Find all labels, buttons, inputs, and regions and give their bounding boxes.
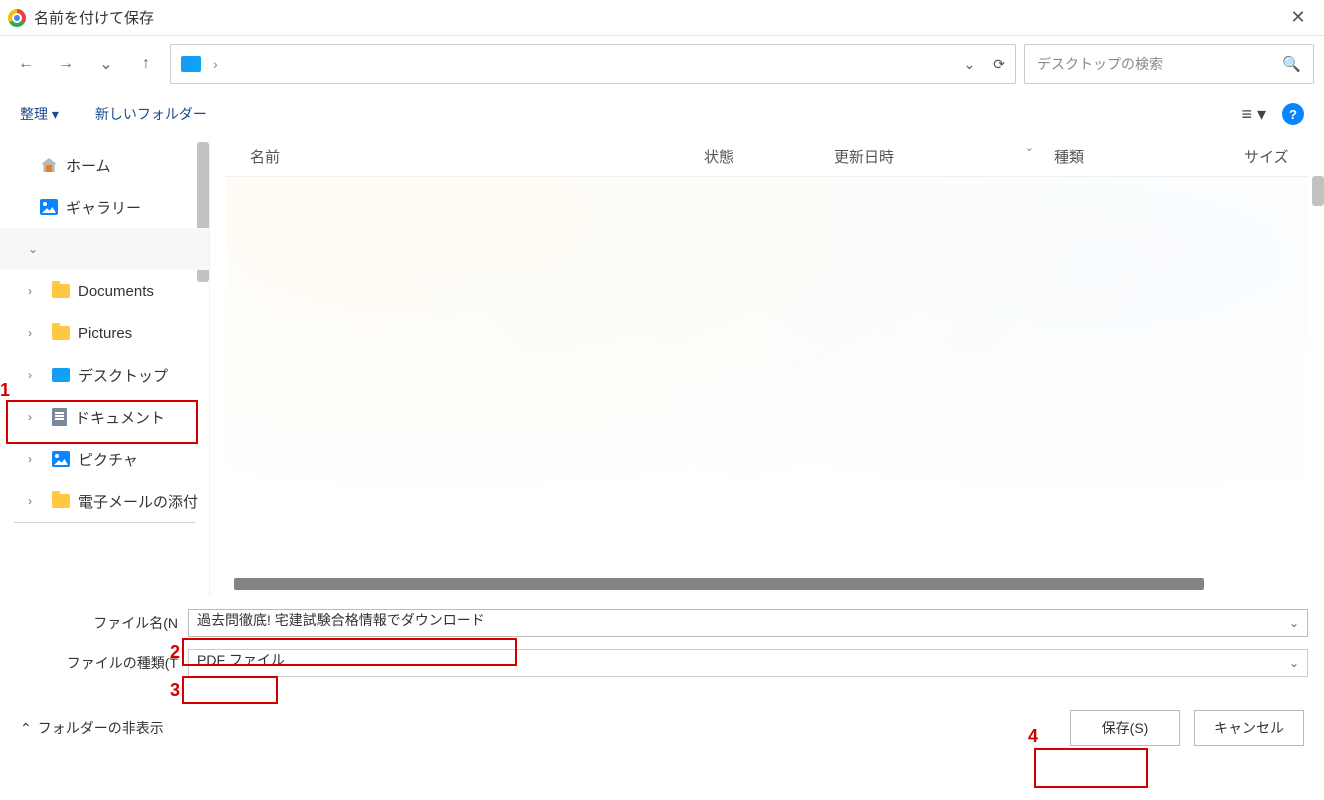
main-area: ホーム ギャラリー ⌄ › Documents › Pictures › デスク… (0, 136, 1324, 596)
file-list: 名前 状態 更新日時⌄ 種類 サイズ (210, 136, 1324, 596)
bottom-bar: ⌃ フォルダーの非表示 保存(S) キャンセル (0, 690, 1324, 746)
recent-button[interactable]: ⌄ (90, 48, 122, 80)
filetype-dropdown-icon[interactable]: ⌄ (1289, 656, 1299, 670)
chevron-right-icon: › (28, 368, 44, 382)
path-separator: › (213, 56, 218, 72)
help-button[interactable]: ? (1282, 103, 1304, 125)
folder-icon (52, 326, 70, 340)
chevron-right-icon: › (28, 284, 44, 298)
hide-folders-label: フォルダーの非表示 (38, 718, 164, 738)
close-button[interactable]: ✕ (1280, 0, 1316, 36)
cancel-button[interactable]: キャンセル (1194, 710, 1304, 746)
sidebar-item-desktop[interactable]: › デスクトップ (0, 354, 209, 396)
up-button[interactable]: ↑ (130, 48, 162, 80)
filename-dropdown-icon[interactable]: ⌄ (1289, 616, 1299, 630)
divider (14, 522, 195, 523)
sidebar-item-home[interactable]: ホーム (0, 144, 209, 186)
chevron-right-icon: › (28, 326, 44, 340)
hide-folders-button[interactable]: ⌃ フォルダーの非表示 (20, 718, 164, 738)
sidebar-item-pictures[interactable]: › Pictures (0, 312, 209, 354)
chevron-right-icon: › (28, 410, 44, 424)
sidebar-label: Documents (78, 283, 154, 300)
forward-button[interactable]: → (50, 48, 82, 80)
search-icon: 🔍 (1282, 55, 1301, 73)
chevron-right-icon: › (28, 452, 44, 466)
sidebar-label: ギャラリー (66, 197, 141, 218)
sidebar: ホーム ギャラリー ⌄ › Documents › Pictures › デスク… (0, 136, 210, 596)
search-placeholder: デスクトップの検索 (1037, 54, 1282, 74)
folder-icon (52, 494, 70, 508)
desktop-icon (181, 56, 201, 72)
sidebar-label: Pictures (78, 325, 132, 342)
sidebar-item-docjp[interactable]: › ドキュメント (0, 396, 209, 438)
sidebar-item-gallery[interactable]: ギャラリー (0, 186, 209, 228)
sidebar-label: 電子メールの添付 (78, 491, 198, 512)
chevron-right-icon: › (28, 494, 44, 508)
sort-indicator: ⌄ (1025, 141, 1034, 154)
annotation-4-box (1034, 748, 1148, 788)
filename-input[interactable]: 過去問徹底! 宅建試験合格情報でダウンロード ⌄ (188, 609, 1308, 637)
toolbar: 整理 ▾ 新しいフォルダー ≡ ▾ ? (0, 92, 1324, 136)
list-scrollbar-horizontal[interactable] (234, 578, 1204, 590)
new-folder-button[interactable]: 新しいフォルダー (95, 104, 207, 124)
filename-label: ファイル名(N (16, 613, 182, 633)
list-scrollbar-vertical[interactable] (1312, 176, 1324, 206)
chevron-down-icon: ⌄ (28, 242, 44, 256)
sidebar-item-section[interactable]: ⌄ (0, 228, 209, 270)
back-button[interactable]: ← (10, 48, 42, 80)
filename-value: 過去問徹底! 宅建試験合格情報でダウンロード (197, 612, 485, 628)
save-button[interactable]: 保存(S) (1070, 710, 1180, 746)
filetype-label: ファイルの種類(T (16, 653, 182, 673)
save-form: ファイル名(N 過去問徹底! 宅建試験合格情報でダウンロード ⌄ ファイルの種類… (0, 596, 1324, 690)
col-type[interactable]: 種類 (1054, 146, 1244, 167)
chrome-icon (8, 9, 26, 27)
address-bar[interactable]: › ⌄ ⟳ (170, 44, 1016, 84)
column-headers: 名前 状態 更新日時⌄ 種類 サイズ (210, 136, 1324, 176)
document-icon (52, 408, 67, 426)
col-state[interactable]: 状態 (704, 146, 834, 167)
window-title: 名前を付けて保存 (34, 7, 1280, 28)
filetype-select[interactable]: PDF ファイル ⌄ (188, 649, 1308, 677)
folder-icon (52, 284, 70, 298)
picture-icon (52, 451, 70, 467)
file-list-body[interactable] (226, 176, 1308, 576)
organize-menu[interactable]: 整理 ▾ (20, 104, 59, 124)
sidebar-item-documents[interactable]: › Documents (0, 270, 209, 312)
col-date[interactable]: 更新日時⌄ (834, 146, 1054, 167)
col-date-label: 更新日時 (834, 149, 894, 166)
search-box[interactable]: デスクトップの検索 🔍 (1024, 44, 1314, 84)
address-dropdown[interactable]: ⌄ (964, 56, 976, 73)
filetype-value: PDF ファイル (197, 652, 285, 668)
sidebar-label: ホーム (66, 155, 111, 176)
desktop-icon (52, 368, 70, 382)
home-icon (40, 156, 58, 174)
sidebar-label: ドキュメント (75, 407, 165, 428)
sidebar-item-email[interactable]: › 電子メールの添付 (0, 480, 209, 522)
gallery-icon (40, 199, 58, 215)
col-size[interactable]: サイズ (1244, 146, 1324, 167)
chevron-up-icon: ⌃ (20, 720, 32, 737)
view-button[interactable]: ≡ ▾ (1241, 104, 1266, 125)
nav-row: ← → ⌄ ↑ › ⌄ ⟳ デスクトップの検索 🔍 (0, 36, 1324, 92)
refresh-button[interactable]: ⟳ (993, 56, 1005, 73)
sidebar-label: デスクトップ (78, 365, 168, 386)
sidebar-label: ピクチャ (78, 449, 138, 470)
sidebar-item-picjp[interactable]: › ピクチャ (0, 438, 209, 480)
titlebar: 名前を付けて保存 ✕ (0, 0, 1324, 36)
col-name[interactable]: 名前 (250, 146, 704, 167)
